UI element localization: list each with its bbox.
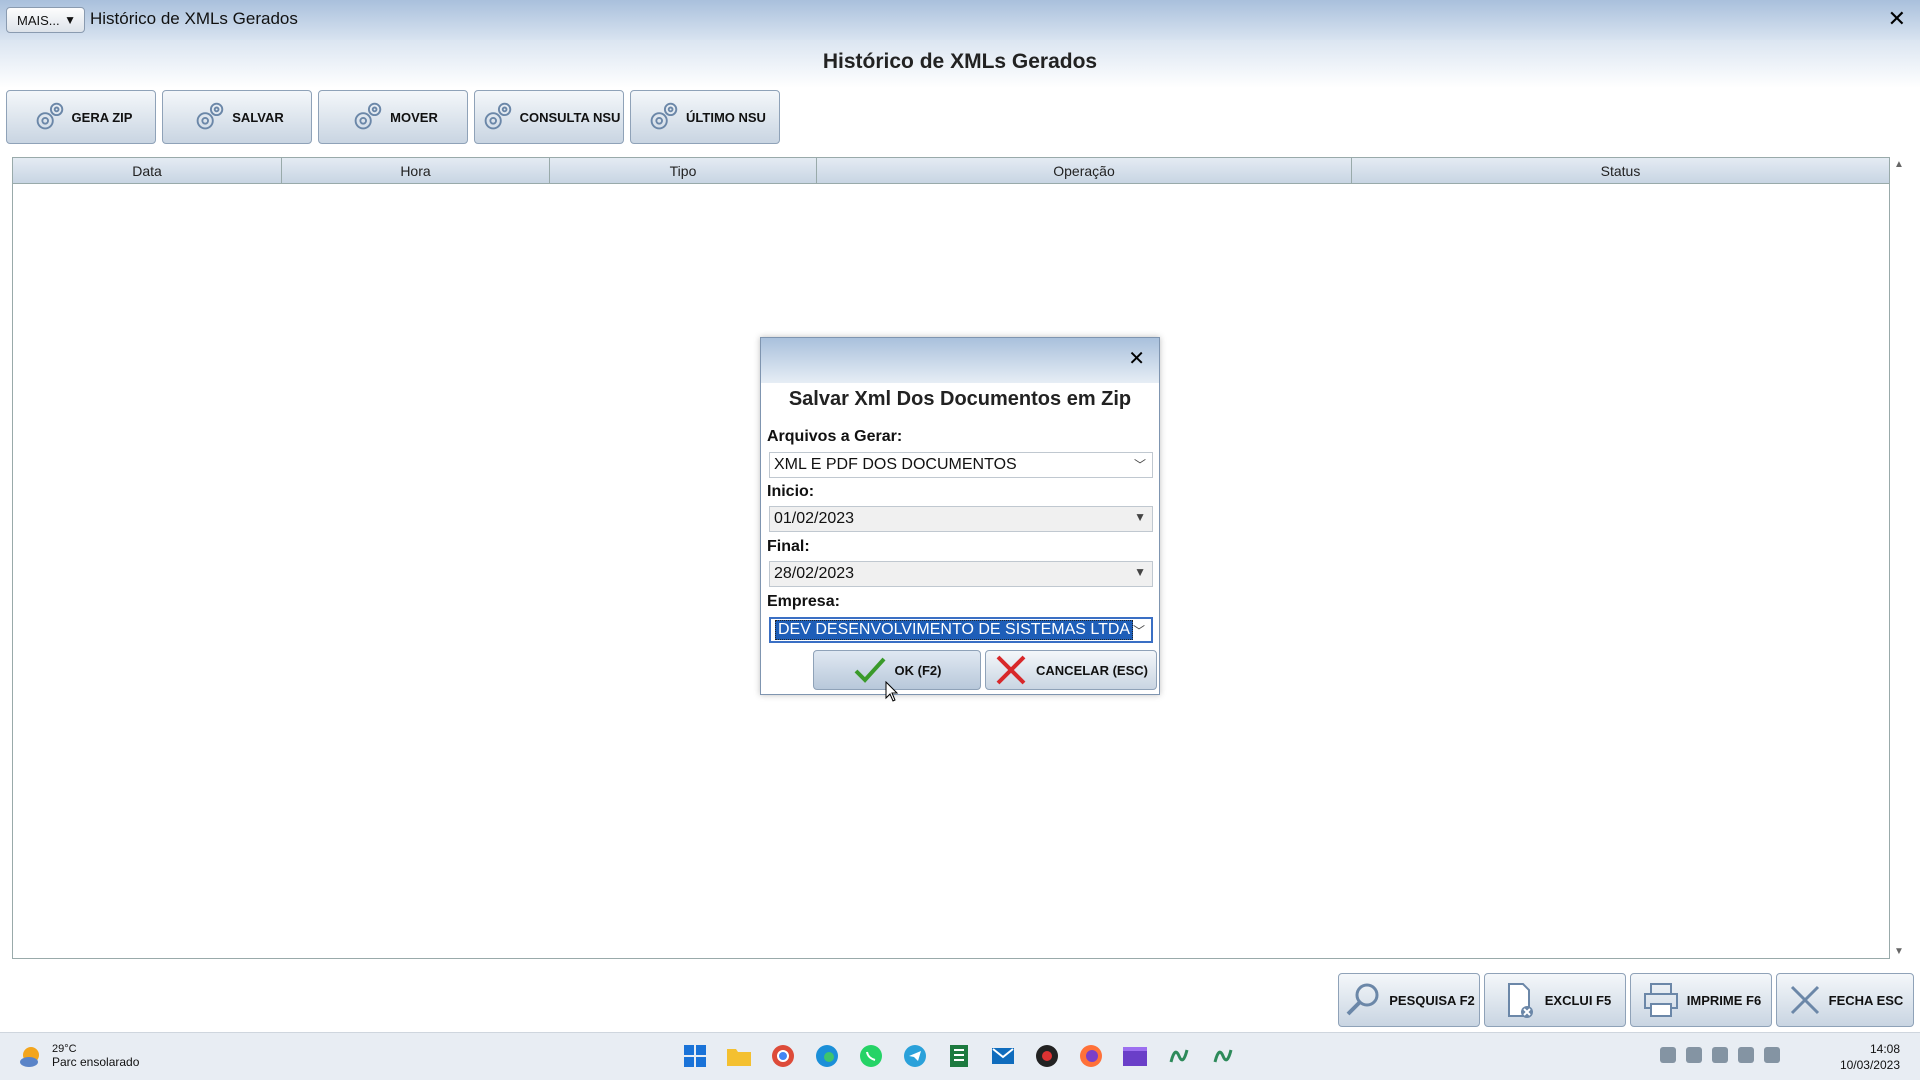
start-date-picker[interactable]: 01/02/2023 ▼ <box>769 506 1153 532</box>
table-header: Data Hora Tipo Operação Status <box>13 158 1889 184</box>
files-select[interactable]: XML E PDF DOS DOCUMENTOS ﹀ <box>769 452 1153 478</box>
network-icon[interactable] <box>1738 1047 1754 1063</box>
start-label: Inicio: <box>767 483 815 500</box>
salvar-label: SALVAR <box>232 109 284 125</box>
gera-zip-button[interactable]: GERA ZIP <box>6 90 156 144</box>
company-select-value: DEV DESENVOLVIMENTO DE SISTEMAS LTDA <box>775 620 1134 640</box>
edge-icon[interactable] <box>812 1041 842 1071</box>
dropdown-arrow-icon[interactable]: ▼ <box>1134 565 1146 579</box>
window-title: Histórico de XMLs Gerados <box>90 9 298 28</box>
dialog-title: Salvar Xml Dos Documentos em Zip <box>788 388 1132 410</box>
ultimo-nsu-label: ÚLTIMO NSU <box>686 109 766 125</box>
red-x-icon <box>996 655 1026 685</box>
erp-app-icon[interactable] <box>1208 1041 1238 1071</box>
window-close-button[interactable]: ✕ <box>1888 6 1906 32</box>
column-header-data[interactable]: Data <box>13 158 282 183</box>
telegram-icon[interactable] <box>900 1041 930 1071</box>
delete-button[interactable]: EXCLUI F5 <box>1484 973 1626 1027</box>
company-label: Empresa: <box>767 593 840 610</box>
weather-widget[interactable]: 29°C Parc ensolarado <box>18 1043 139 1069</box>
chrome-icon[interactable] <box>768 1041 798 1071</box>
checkmark-icon <box>854 657 885 683</box>
temperature: 29°C <box>52 1043 77 1055</box>
end-date-value: 28/02/2023 <box>774 565 855 582</box>
end-date-picker[interactable]: 28/02/2023 ▼ <box>769 561 1153 587</box>
gear-icon <box>484 102 511 130</box>
salvar-button[interactable]: SALVAR <box>162 90 312 144</box>
files-label: Arquivos a Gerar: <box>767 428 903 445</box>
taskbar-apps <box>680 1041 1238 1071</box>
cancel-label: CANCELAR (ESC) <box>1036 662 1148 678</box>
end-label: Final: <box>767 538 810 555</box>
mover-button[interactable]: MOVER <box>318 90 468 144</box>
weather-description: Parc ensolarado <box>52 1055 140 1069</box>
files-select-value: XML E PDF DOS DOCUMENTOS <box>774 456 1017 473</box>
volume-icon[interactable] <box>1764 1047 1780 1063</box>
ok-label: OK (F2) <box>894 662 942 678</box>
file-explorer-icon[interactable] <box>724 1041 754 1071</box>
window-title-bar: MAIS... ▼ Histórico de XMLs Gerados ✕ <box>0 0 1920 40</box>
column-header-status[interactable]: Status <box>1352 158 1889 183</box>
gear-icon <box>354 102 382 130</box>
firefox-icon[interactable] <box>1076 1041 1106 1071</box>
search-label: PESQUISA F2 <box>1389 992 1475 1008</box>
more-menu-button[interactable]: MAIS... ▼ <box>6 7 85 33</box>
column-header-tipo[interactable]: Tipo <box>550 158 817 183</box>
page-title: Histórico de XMLs Gerados <box>822 50 1098 73</box>
dialog-close-button[interactable]: ✕ <box>1128 346 1145 371</box>
close-screen-button[interactable]: FECHA ESC <box>1776 973 1914 1027</box>
windows-start-icon[interactable] <box>680 1041 710 1071</box>
erp-app-icon[interactable] <box>1164 1041 1194 1071</box>
start-date-value: 01/02/2023 <box>774 510 855 527</box>
print-button[interactable]: IMPRIME F6 <box>1630 973 1772 1027</box>
dialog-title-bar: ✕ <box>761 338 1159 383</box>
delete-label: EXCLUI F5 <box>1544 992 1612 1008</box>
ultimo-nsu-button[interactable]: ÚLTIMO NSU <box>630 90 780 144</box>
column-header-hora[interactable]: Hora <box>282 158 550 183</box>
system-tray[interactable] <box>1660 1047 1780 1063</box>
consulta-nsu-button[interactable]: CONSULTA NSU <box>474 90 624 144</box>
spreadsheet-app-icon[interactable] <box>944 1041 974 1071</box>
cloud-icon[interactable] <box>1712 1047 1728 1063</box>
system-clock[interactable]: 14:08 10/03/2023 <box>1840 1041 1900 1073</box>
clock-time: 14:08 <box>1869 1042 1900 1056</box>
gear-icon <box>36 102 63 130</box>
scroll-up-icon[interactable]: ▲ <box>1894 159 1904 170</box>
gera-zip-label: GERA ZIP <box>71 109 133 125</box>
delete-document-icon <box>1507 983 1533 1018</box>
search-button[interactable]: PESQUISA F2 <box>1338 973 1480 1027</box>
dropdown-arrow-icon[interactable]: ▼ <box>1134 510 1146 524</box>
partly-sunny-icon <box>20 1047 39 1067</box>
print-label: IMPRIME F6 <box>1686 992 1762 1008</box>
vertical-scrollbar[interactable]: ▲ ▼ <box>1892 157 1906 959</box>
company-select[interactable]: DEV DESENVOLVIMENTO DE SISTEMAS LTDA ﹀ <box>769 617 1153 643</box>
gear-icon <box>650 102 678 130</box>
chevron-down-icon: ﹀ <box>1133 458 1146 472</box>
clapper-icon[interactable] <box>1120 1041 1150 1071</box>
security-icon[interactable] <box>1686 1047 1702 1063</box>
consulta-nsu-label: CONSULTA NSU <box>519 109 621 125</box>
magnifier-icon <box>1346 983 1379 1016</box>
more-menu-label: MAIS... <box>17 12 60 28</box>
mouse-cursor-icon <box>885 681 899 702</box>
clock-date: 10/03/2023 <box>1839 1058 1900 1072</box>
save-zip-dialog: ✕ Salvar Xml Dos Documentos em Zip Arqui… <box>760 337 1160 695</box>
app-icon[interactable] <box>1032 1041 1062 1071</box>
gear-icon <box>196 102 224 130</box>
taskbar: 29°C Parc ensolarado 14:08 10/03/2023 <box>0 1032 1920 1080</box>
mover-label: MOVER <box>390 109 438 125</box>
close-screen-label: FECHA ESC <box>1828 992 1904 1008</box>
usb-icon[interactable] <box>1660 1047 1676 1063</box>
close-x-icon <box>1790 985 1819 1015</box>
dropdown-arrow-icon: ▼ <box>64 13 76 27</box>
printer-icon <box>1643 983 1678 1017</box>
chevron-down-icon: ﹀ <box>1132 624 1145 638</box>
column-header-operacao[interactable]: Operação <box>817 158 1352 183</box>
outlook-icon[interactable] <box>988 1041 1018 1071</box>
scroll-down-icon[interactable]: ▼ <box>1894 946 1904 957</box>
whatsapp-icon[interactable] <box>856 1041 886 1071</box>
cancel-button[interactable]: CANCELAR (ESC) <box>985 650 1157 690</box>
